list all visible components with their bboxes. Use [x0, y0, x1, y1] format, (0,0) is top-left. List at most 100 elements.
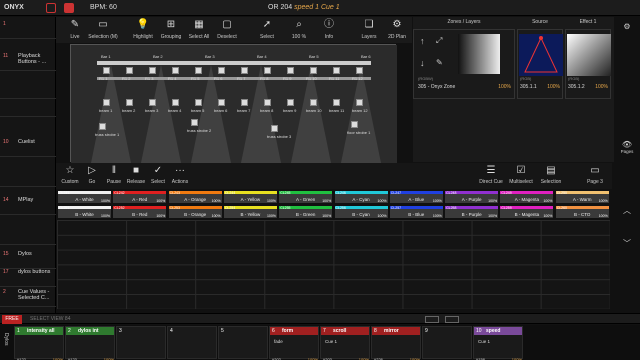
fixture[interactable] — [351, 121, 358, 128]
playback-fader[interactable]: 8 mirror #226 100% — [371, 326, 421, 360]
fixture[interactable] — [126, 67, 133, 74]
fixture[interactable] — [218, 67, 225, 74]
right-icon-button[interactable]: 👁 Pages — [617, 140, 637, 154]
fixture[interactable] — [310, 67, 317, 74]
bpm-display[interactable]: BPM: 60 — [90, 4, 117, 11]
fixture[interactable] — [149, 99, 156, 106]
fixture[interactable] — [172, 99, 179, 106]
cue-control-button[interactable]: ▭ Page 3 — [580, 163, 610, 185]
fixture[interactable] — [271, 125, 278, 132]
cuelist-item[interactable] — [0, 97, 56, 117]
fixture[interactable] — [195, 67, 202, 74]
palette-button[interactable]: CL243 A - Orange 100% — [167, 190, 223, 204]
fixture[interactable] — [218, 99, 225, 106]
cuelist-item[interactable] — [0, 225, 56, 245]
cue-control-button[interactable]: ☰ Direct Cue — [476, 163, 506, 185]
fixture[interactable] — [99, 123, 106, 130]
cue-control-button[interactable]: ▤ Selection — [536, 163, 566, 185]
playback-fader[interactable]: 1 intensity all #122 100% — [14, 326, 64, 360]
palette-button[interactable]: CL253 B - Orange 100% — [167, 205, 223, 219]
cuelist-item[interactable] — [0, 79, 56, 99]
toolbar-button[interactable]: ✎ Live — [60, 17, 90, 43]
fixture[interactable] — [241, 99, 248, 106]
fixture[interactable] — [172, 67, 179, 74]
cuelist-item[interactable] — [0, 167, 56, 187]
toolbar-button[interactable]: ⚙ 2D Plan — [382, 17, 412, 43]
cue-control-button[interactable]: ☑ Multiselect — [506, 163, 536, 185]
playback-fader[interactable]: 5 — [218, 326, 268, 359]
keyboard-icon[interactable] — [425, 316, 439, 323]
palette-button[interactable]: CL260 B - CTO 100% — [554, 205, 610, 219]
toolbar-button[interactable]: ❏ Layers — [354, 17, 384, 43]
palette-button[interactable]: CL259 B - Magenta 100% — [499, 205, 555, 219]
cuelist-item[interactable]: 2 Cue Values - Selected C... — [0, 287, 56, 307]
toolbar-button[interactable]: ▦ Select All — [184, 17, 214, 43]
arrow-down-icon[interactable]: ↓ — [420, 58, 425, 68]
fixture[interactable] — [310, 99, 317, 106]
playback-fader[interactable]: 3 — [116, 326, 166, 359]
toolbar-button[interactable]: ▭ Selection (M) — [88, 17, 118, 43]
toolbar-button[interactable]: ⊞ Grouping — [156, 17, 186, 43]
fixture[interactable] — [191, 119, 198, 126]
fixture[interactable] — [149, 67, 156, 74]
fixture[interactable] — [264, 67, 271, 74]
fixture[interactable] — [356, 67, 363, 74]
cuelist-item[interactable]: 15 Dylos — [0, 249, 56, 269]
command-input[interactable]: SELECT VIEW 84 — [30, 316, 70, 322]
playback-fader[interactable]: 2 dylos int #123 100% — [65, 326, 115, 360]
arrow-up-icon[interactable]: ↑ — [420, 36, 425, 46]
toolbar-button[interactable]: ⌕ 100 % — [284, 17, 314, 43]
empty-palette-grid[interactable] — [57, 220, 610, 309]
palette-button[interactable]: CL250 A - Warm 100% — [554, 190, 610, 204]
flag-icon[interactable] — [64, 3, 74, 13]
palette-button[interactable]: CL245 A - Green 100% — [278, 190, 334, 204]
palette-button[interactable]: CL244 A - Yellow 100% — [222, 190, 278, 204]
palette-button[interactable]: CL254 B - Yellow 100% — [222, 205, 278, 219]
palette-button[interactable]: CL252 B - Red 100% — [112, 205, 168, 219]
fixture[interactable] — [103, 99, 110, 106]
cuelist-item[interactable]: 1 — [0, 19, 56, 39]
toolbar-button[interactable]: ➚ Select — [252, 17, 282, 43]
palette-button[interactable]: CL241 A - White 100% — [57, 190, 112, 204]
fixture[interactable] — [333, 67, 340, 74]
toolbar-button[interactable]: ⓘ Info — [314, 17, 344, 43]
palette-button[interactable]: CL258 B - Purple 100% — [444, 205, 500, 219]
palette-button[interactable]: CL247 A - Blue 100% — [388, 190, 444, 204]
fixture[interactable] — [264, 99, 271, 106]
toolbar-button[interactable]: ▢ Deselect — [212, 17, 242, 43]
right-icon-button[interactable]: ︿ — [617, 205, 637, 216]
right-icon-button[interactable]: ﹀ — [617, 238, 637, 249]
fixture[interactable] — [287, 67, 294, 74]
cuelist-item[interactable]: 10 Cuelist — [0, 137, 56, 157]
expand-icon[interactable]: ⤢ — [436, 36, 442, 46]
fixture[interactable] — [287, 99, 294, 106]
2d-plan-view[interactable]: Bar 1 Bar 2 Bar 3 Bar 4 Bar 5 Bar 6 R1 1 R1 2 R1… — [70, 44, 397, 163]
zones-panel[interactable]: ↑ ⤢ ↓ ✎ (RGBW) 305 - Onyx Zone 100% — [413, 29, 515, 99]
fixture[interactable] — [195, 99, 202, 106]
fixture[interactable] — [126, 99, 133, 106]
free-badge[interactable]: FREE — [2, 315, 22, 324]
source-panel[interactable]: (RGB) 305.1.1 100% — [517, 29, 563, 99]
fixture[interactable] — [241, 67, 248, 74]
fixture[interactable] — [356, 99, 363, 106]
brush-icon[interactable]: ✎ — [436, 58, 443, 67]
playback-fader[interactable]: 4 — [167, 326, 217, 359]
palette-button[interactable]: CL251 B - White 100% — [57, 205, 112, 219]
toolbar-button[interactable]: 💡 Highlight — [128, 17, 158, 43]
palette-button[interactable]: CL249 A - Magenta 100% — [499, 190, 555, 204]
palette-button[interactable]: CL257 B - Blue 100% — [388, 205, 444, 219]
right-icon-button[interactable]: ⚙ — [617, 22, 637, 31]
playback-fader[interactable]: 7 scroll Cue 1 #203 100% — [320, 326, 370, 360]
palette-button[interactable]: CL256 B - Cyan 100% — [333, 205, 389, 219]
effect-panel[interactable]: (RGB) 305.1.2 100% — [565, 29, 611, 99]
playback-fader[interactable]: 9 — [422, 326, 472, 359]
palette-button[interactable]: CL242 A - Red 100% — [112, 190, 168, 204]
cuelist-item[interactable]: 14 MPlay — [0, 195, 56, 215]
cue-control-button[interactable]: ··· Actions — [166, 163, 194, 185]
cuelist-item[interactable]: 11 Playback Buttons - ... — [0, 51, 56, 71]
cuelist-item[interactable]: 17 dylos buttons — [0, 267, 56, 287]
record-icon[interactable] — [46, 3, 56, 13]
playback-fader[interactable]: 6 form fade #202 100% — [269, 326, 319, 360]
numpad-icon[interactable] — [445, 316, 459, 323]
playback-fader[interactable]: 10 speed Cue 1 #158 100% — [473, 326, 523, 360]
